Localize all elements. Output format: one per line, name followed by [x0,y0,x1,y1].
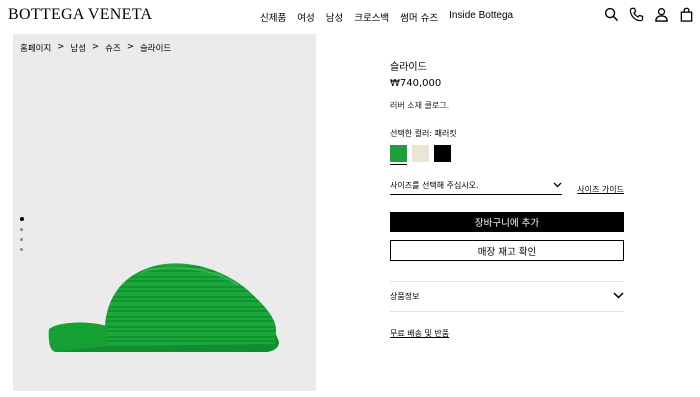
nav-item-inside-bottega[interactable]: Inside Bottega [449,10,513,24]
brand-logo[interactable]: BOTTEGA VENETA [8,6,152,24]
product-title: 슬라이드 [390,62,427,73]
gallery-pagination [20,217,24,251]
product-description: 러버 소재 클로그. [390,101,450,110]
swatch-ivory[interactable] [412,145,429,162]
size-guide-link[interactable]: 사이즈 가이드 [577,184,624,195]
nav-item-new[interactable]: 신제품 [260,10,286,24]
breadcrumb-slides[interactable]: 슬라이드 [140,42,171,54]
nav-item-men[interactable]: 남성 [326,10,343,24]
chevron-down-icon [613,292,624,301]
gallery-dot-2[interactable] [20,228,23,231]
product-details: 슬라이드 ₩740,000 러버 소재 클로그. 선택한 컬러: 패러킷 사이즈… [390,58,624,339]
product-info-accordion[interactable]: 상품정보 [390,281,624,312]
shipping-returns-link[interactable]: 무료 배송 및 반품 [390,328,624,339]
product-info-label: 상품정보 [390,292,420,301]
swatch-black[interactable] [434,145,451,162]
product-gallery: 홈페이지 > 남성 > 슈즈 > 슬라이드 [13,34,316,391]
swatch-parakeet[interactable] [390,145,407,165]
nav-item-women[interactable]: 여성 [297,10,314,24]
selected-color-label: 선택한 컬러: 패러킷 [390,129,457,138]
header-icons [604,7,694,22]
nav-item-summer-shoes[interactable]: 썸머 슈즈 [400,10,438,24]
breadcrumb: 홈페이지 > 남성 > 슈즈 > 슬라이드 [20,42,171,54]
chevron-down-icon [553,181,562,190]
phone-icon[interactable] [629,7,644,22]
gallery-dot-3[interactable] [20,238,23,241]
account-icon[interactable] [654,7,669,22]
product-price: ₩740,000 [390,78,442,89]
size-select[interactable]: 사이즈를 선택해 주십시오. [390,180,562,195]
breadcrumb-separator: > [92,42,100,52]
size-select-placeholder: 사이즈를 선택해 주십시오. [390,181,479,190]
gallery-dot-4[interactable] [20,248,23,251]
site-header: BOTTEGA VENETA 신제품 여성 남성 크로스백 썸머 슈즈 Insi… [0,0,700,34]
main-nav: 신제품 여성 남성 크로스백 썸머 슈즈 Inside Bottega [260,10,513,24]
breadcrumb-separator: > [57,42,65,52]
breadcrumb-separator: > [126,42,134,52]
search-icon[interactable] [604,7,619,22]
gallery-dot-1[interactable] [20,217,24,221]
nav-item-crossbody[interactable]: 크로스백 [354,10,389,24]
add-to-cart-button[interactable]: 장바구니에 추가 [390,212,624,232]
breadcrumb-men[interactable]: 남성 [70,42,86,54]
breadcrumb-home[interactable]: 홈페이지 [20,42,51,54]
bag-icon[interactable] [679,7,694,22]
breadcrumb-shoes[interactable]: 슈즈 [105,42,121,54]
size-row: 사이즈를 선택해 주십시오. 사이즈 가이드 [390,180,624,195]
color-swatches [390,145,624,165]
product-image-slide [48,263,279,352]
check-store-stock-button[interactable]: 매장 재고 확인 [390,240,624,261]
